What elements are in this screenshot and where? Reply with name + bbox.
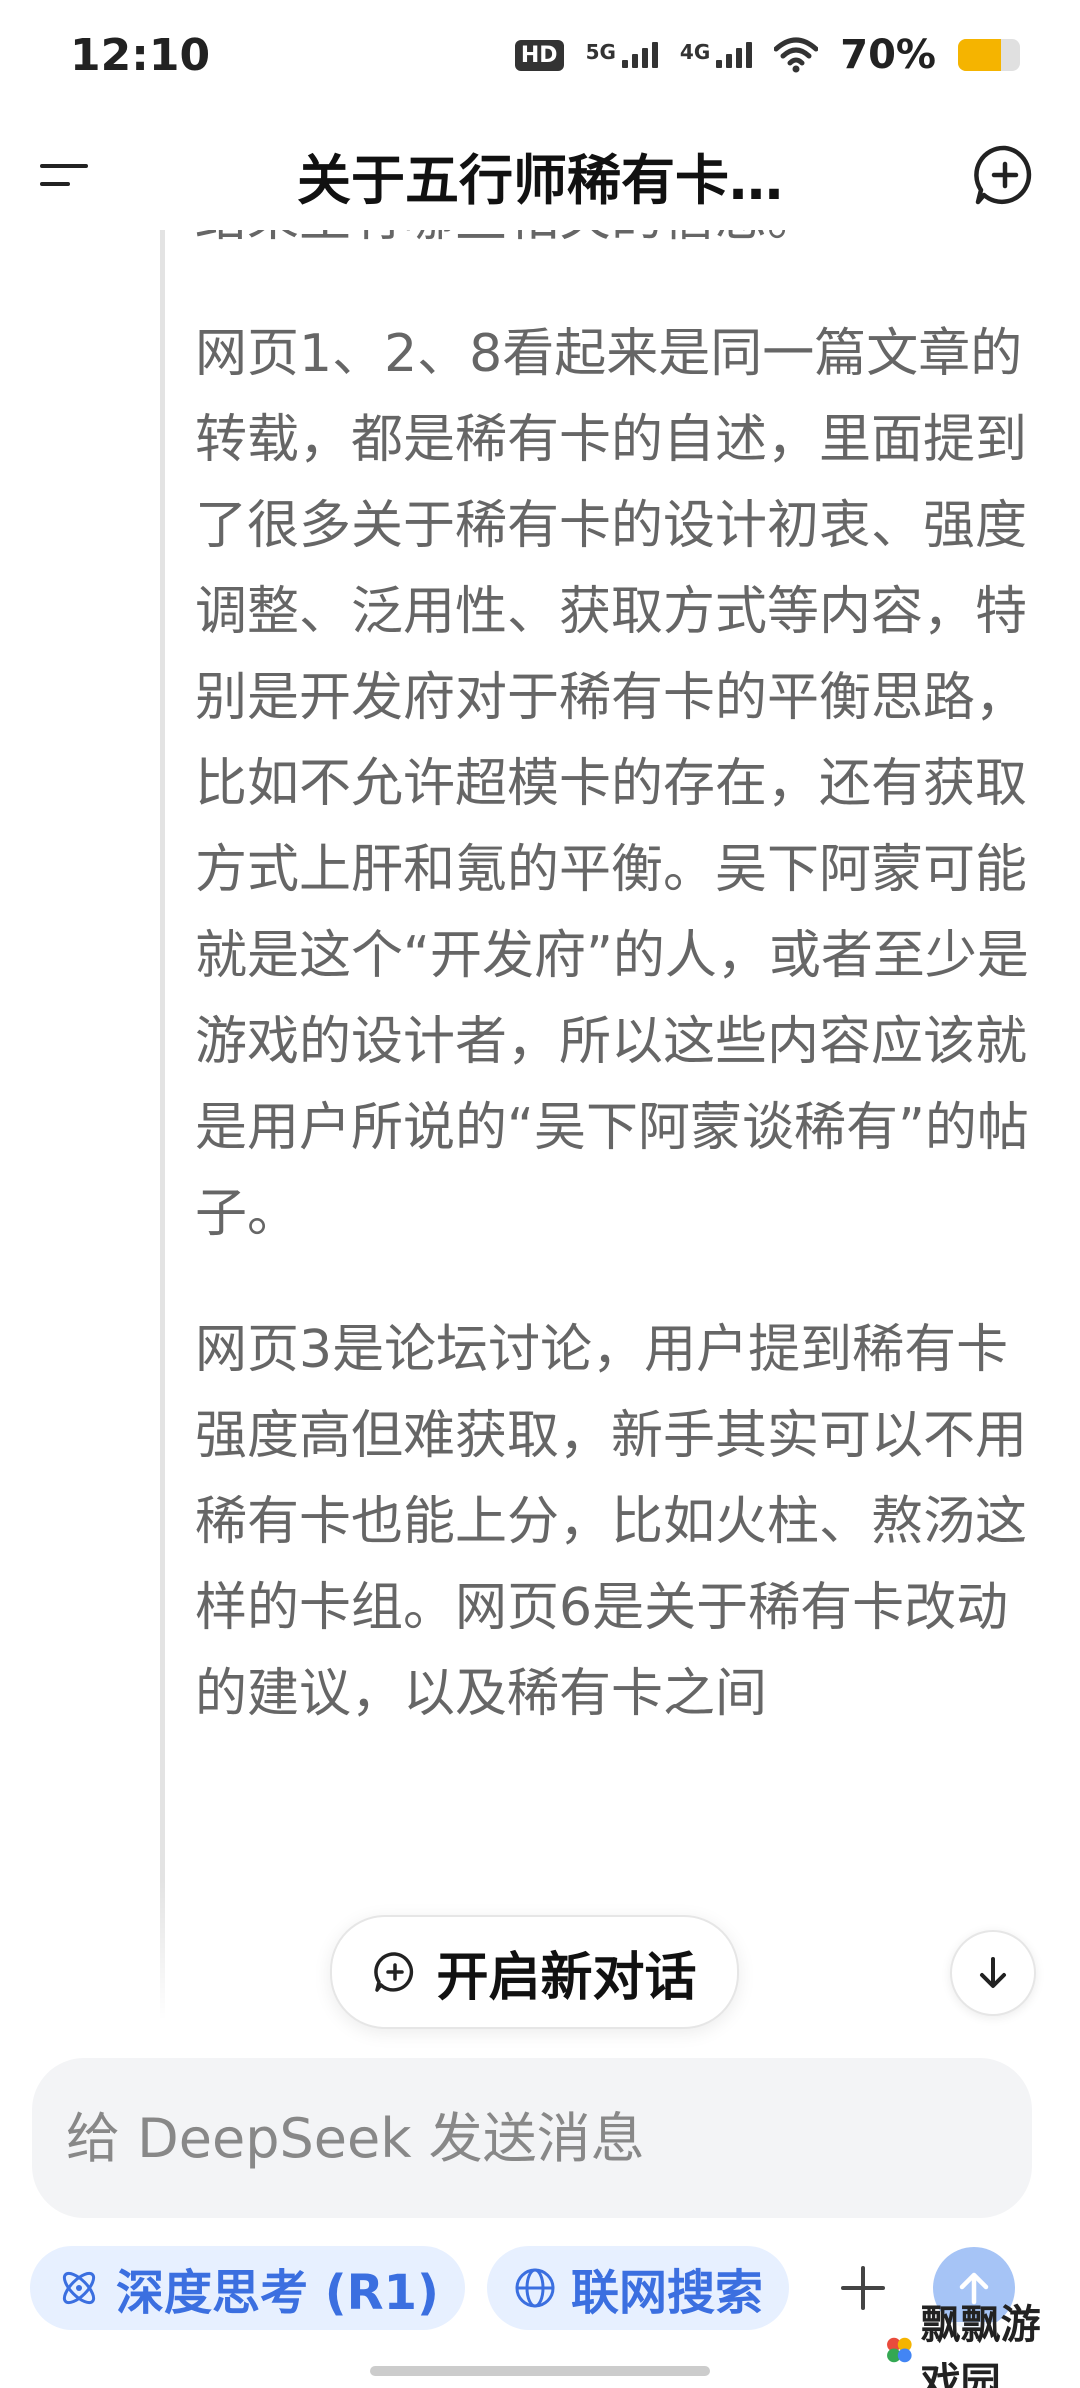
deep-think-label: 深度思考 (R1) [116, 2265, 439, 2321]
status-bar: 12:10 HD 5G 4G 70% [0, 0, 1080, 110]
scroll-down-button[interactable] [950, 1930, 1036, 2016]
battery-fill [958, 39, 1002, 71]
arrow-down-icon [980, 1957, 1006, 1988]
atom-icon [62, 2271, 96, 2305]
new-chat-icon[interactable] [970, 140, 1040, 210]
new-chat-bubble-icon [374, 1952, 414, 1992]
battery-percent: 70% [840, 32, 936, 78]
home-indicator[interactable] [370, 2366, 710, 2376]
status-indicators: HD 5G 4G 70% [514, 32, 1020, 78]
signal-4g-label: 4G [679, 40, 711, 64]
paragraph: 网页3是论坛讨论，用户提到稀有卡强度高但难获取，新手其实可以不用稀有卡也能上分，… [195, 1320, 1028, 1724]
watermark-text: 飘飘游戏园 [920, 2302, 1041, 2388]
thinking-content: 结果里有哪些相关的信息。 网页1、2、8看起来是同一篇文章的转载，都是稀有卡的自… [0, 220, 1080, 2020]
signal-5g-icon: 5G [586, 42, 658, 68]
status-time: 12:10 [70, 29, 211, 81]
new-chat-label: 开启新对话 [436, 1947, 697, 2008]
attach-plus-icon[interactable] [833, 2258, 893, 2318]
message-input[interactable] [64, 2105, 1000, 2171]
watermark-logo-icon [887, 2337, 912, 2363]
web-search-label: 联网搜索 [570, 2265, 763, 2321]
battery-icon [958, 39, 1020, 71]
new-chat-button[interactable]: 开启新对话 [330, 1915, 739, 2029]
app-screen: 12:10 HD 5G 4G 70% 关于五行师稀有卡… 网页1、2、8看起来是… [0, 0, 1080, 2388]
message-input-box[interactable] [32, 2058, 1032, 2218]
watermark: 飘飘游戏园 [878, 2302, 1080, 2388]
signal-4g-icon: 4G [679, 40, 753, 68]
quote-bar [160, 220, 165, 2020]
wifi-icon [774, 37, 819, 73]
web-search-toggle[interactable]: 联网搜索 [486, 2246, 789, 2330]
signal-5g-label: 5G [585, 40, 616, 64]
hd-icon: HD [514, 39, 564, 71]
chat-title: 关于五行师稀有卡… [297, 148, 783, 212]
thinking-text: 结果里有哪些相关的信息。 网页1、2、8看起来是同一篇文章的转载，都是稀有卡的自… [195, 220, 1035, 1787]
menu-button[interactable] [40, 140, 110, 210]
deep-think-toggle[interactable]: 深度思考 (R1) [30, 2246, 465, 2330]
globe-icon [515, 2268, 555, 2308]
chat-header: 关于五行师稀有卡… [0, 120, 1080, 230]
paragraph: 网页1、2、8看起来是同一篇文章的转载，都是稀有卡的自述，里面提到了很多关于稀有… [195, 324, 1029, 1244]
